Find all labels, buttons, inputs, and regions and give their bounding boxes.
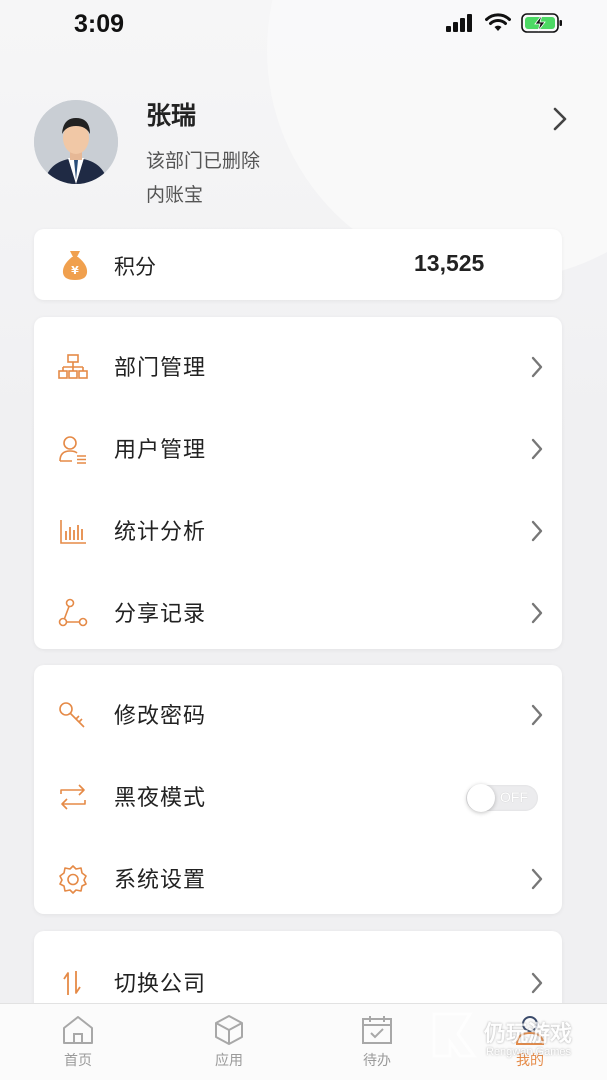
menu-item-users[interactable]: 用户管理 xyxy=(34,407,562,489)
menu-item-share-records[interactable]: 分享记录 xyxy=(34,571,562,653)
status-bar: 3:09 xyxy=(0,0,607,50)
watermark-logo-icon xyxy=(432,1012,477,1058)
user-list-icon xyxy=(59,436,86,464)
management-card: 部门管理 用户管理 统计分析 分享记录 xyxy=(34,317,562,649)
tab-label: 应用 xyxy=(215,1053,243,1069)
gear-icon xyxy=(59,865,87,894)
tab-apps[interactable]: 应用 xyxy=(184,1014,274,1070)
menu-item-statistics[interactable]: 统计分析 xyxy=(34,489,562,571)
home-icon xyxy=(63,1016,93,1044)
cube-icon xyxy=(215,1015,243,1045)
user-name: 张瑞 xyxy=(146,101,197,130)
settings-card: 修改密码 黑夜模式 OFF 系统设置 xyxy=(34,665,562,914)
bar-chart-icon xyxy=(60,520,86,544)
chevron-right-icon xyxy=(531,520,543,542)
user-company: 内账宝 xyxy=(146,184,204,206)
switch-arrows-icon xyxy=(60,784,86,810)
menu-label: 部门管理 xyxy=(114,356,207,381)
watermark-subtext: Rengwan Games xyxy=(486,1046,571,1058)
status-icons xyxy=(445,12,563,34)
menu-item-system-settings[interactable]: 系统设置 xyxy=(34,837,562,919)
menu-label: 系统设置 xyxy=(114,868,207,893)
chevron-right-icon xyxy=(531,438,543,460)
menu-label: 切换公司 xyxy=(114,972,207,997)
org-chart-icon xyxy=(58,354,88,379)
status-time: 3:09 xyxy=(74,10,125,38)
share-nodes-icon xyxy=(58,598,88,627)
menu-label: 分享记录 xyxy=(114,602,207,627)
battery-charging-icon xyxy=(521,13,562,33)
profile-header[interactable]: 张瑞 该部门已删除 内账宝 xyxy=(34,96,574,208)
tab-home[interactable]: 首页 xyxy=(33,1014,123,1070)
chevron-right-icon xyxy=(531,602,543,624)
profile-screen: 3:09 张瑞 该部门已删除 内账宝 ¥ 积分 13,525 部门管理 用户管理… xyxy=(0,0,607,1080)
toggle-knob xyxy=(467,784,495,812)
chevron-right-icon xyxy=(553,107,567,131)
menu-label: 统计分析 xyxy=(114,520,207,545)
points-card[interactable]: ¥ 积分 13,525 xyxy=(34,229,562,300)
wifi-icon xyxy=(485,13,511,31)
menu-label: 黑夜模式 xyxy=(114,786,207,811)
menu-label: 用户管理 xyxy=(114,438,207,463)
menu-item-dark-mode: 黑夜模式 OFF xyxy=(34,755,562,837)
watermark-text: 仍玩游戏 xyxy=(484,1022,573,1047)
tab-todo[interactable]: 待办 xyxy=(332,1014,422,1070)
dark-mode-toggle[interactable]: OFF xyxy=(466,784,538,812)
calendar-check-icon xyxy=(362,1016,392,1044)
tab-label: 首页 xyxy=(64,1053,92,1069)
menu-item-department[interactable]: 部门管理 xyxy=(34,325,562,407)
menu-label: 修改密码 xyxy=(114,704,207,729)
points-value: 13,525 xyxy=(414,250,485,276)
toggle-state-text: OFF xyxy=(500,789,528,805)
chevron-right-icon xyxy=(531,356,543,378)
chevron-right-icon xyxy=(531,704,543,726)
chevron-right-icon xyxy=(531,868,543,890)
avatar xyxy=(34,100,118,184)
watermark: 仍玩游戏 Rengwan Games xyxy=(430,1010,600,1070)
points-label: 积分 xyxy=(114,255,156,279)
svg-text:¥: ¥ xyxy=(71,264,79,277)
chevron-right-icon xyxy=(531,972,543,994)
tab-label: 待办 xyxy=(363,1053,391,1069)
key-icon xyxy=(59,702,85,728)
user-department: 该部门已删除 xyxy=(146,150,261,172)
money-bag-icon: ¥ xyxy=(62,251,88,280)
signal-icon xyxy=(446,14,472,32)
swap-vertical-icon xyxy=(63,971,81,995)
menu-item-change-password[interactable]: 修改密码 xyxy=(34,673,562,755)
avatar-person-icon xyxy=(34,100,118,184)
